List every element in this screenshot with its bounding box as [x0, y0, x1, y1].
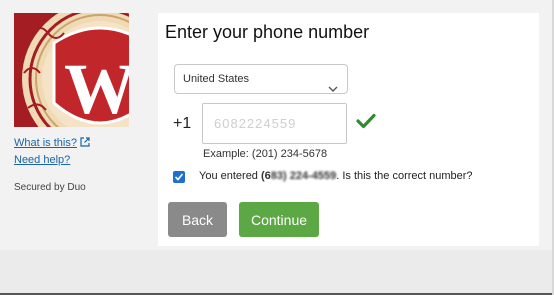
- external-link-icon: [80, 137, 90, 150]
- back-button[interactable]: Back: [168, 202, 227, 237]
- confirm-number-checkbox[interactable]: [173, 171, 185, 183]
- page-title: Enter your phone number: [165, 22, 370, 42]
- page-footer-band: [0, 250, 554, 295]
- uw-crest-logo: W: [14, 13, 129, 127]
- confirm-prefix: You entered: [199, 170, 261, 182]
- country-select-value: United States: [183, 73, 250, 85]
- continue-button[interactable]: Continue: [239, 202, 319, 237]
- confirm-suffix: . Is this the correct number?: [336, 170, 473, 182]
- secured-by-duo: Secured by Duo: [14, 182, 86, 193]
- checkmark-icon: [356, 113, 376, 134]
- svg-text:W: W: [64, 49, 129, 127]
- country-code: +1: [173, 115, 192, 132]
- what-is-this-label: What is this?: [14, 137, 77, 149]
- confirm-number-blurred: 83) 224-4559: [270, 170, 337, 182]
- enrollment-panel: Enter your phone number United States +1…: [158, 13, 539, 246]
- confirm-number-visible: (6: [260, 170, 271, 182]
- chevron-down-icon: [328, 76, 338, 104]
- phone-example: Example: (201) 234-5678: [203, 148, 328, 160]
- phone-number-input[interactable]: [202, 103, 347, 144]
- need-help-link[interactable]: Need help?: [14, 154, 70, 166]
- country-select[interactable]: United States: [174, 64, 348, 94]
- confirm-number-text: You entered (683) 224-4559. Is this the …: [199, 170, 473, 182]
- what-is-this-link[interactable]: What is this?: [14, 137, 90, 150]
